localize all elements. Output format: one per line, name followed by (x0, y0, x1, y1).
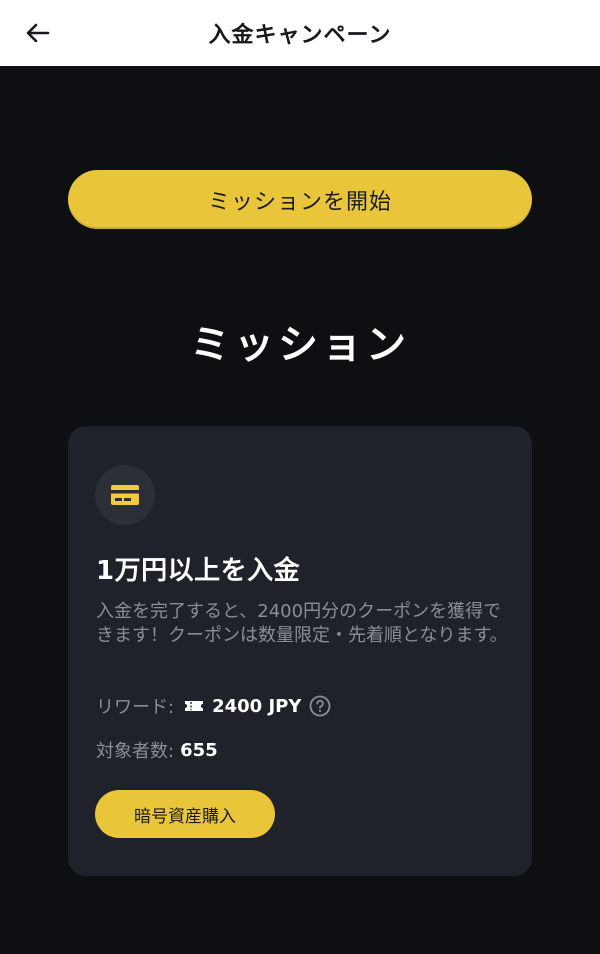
mission-title: 1万円以上を入金 (96, 556, 301, 586)
back-button[interactable] (22, 17, 54, 49)
start-mission-button[interactable]: ミッションを開始 (68, 170, 532, 229)
participants-label: 対象者数: (96, 741, 175, 762)
mission-card: 1万円以上を入金 入金を完了すると、2400円分のクーポンを獲得できます！クーポ… (68, 426, 532, 876)
top-header: 入金キャンペーン (0, 0, 600, 66)
participants-value: 655 (180, 739, 218, 761)
question-circle-icon[interactable] (309, 695, 331, 717)
buy-crypto-button[interactable]: 暗号資産購入 (95, 790, 275, 838)
ticket-icon (184, 698, 204, 714)
credit-card-icon (111, 485, 139, 505)
reward-value: 2400 JPY (212, 695, 302, 717)
arrow-left-icon (26, 23, 50, 43)
section-title: ミッション (190, 322, 410, 368)
app-screen: 入金キャンペーン ミッションを開始 ミッション 1万円以上を入金 入金を完了する… (0, 0, 600, 954)
mission-description: 入金を完了すると、2400円分のクーポンを獲得できます！クーポンは数量限定・先着… (96, 601, 508, 646)
reward-label: リワード: (96, 697, 175, 718)
participants-row: 対象者数: 655 (96, 737, 218, 763)
page-title: 入金キャンペーン (208, 23, 392, 48)
mission-icon-container (95, 465, 155, 525)
reward-row: リワード: 2400 JPY (96, 692, 331, 720)
